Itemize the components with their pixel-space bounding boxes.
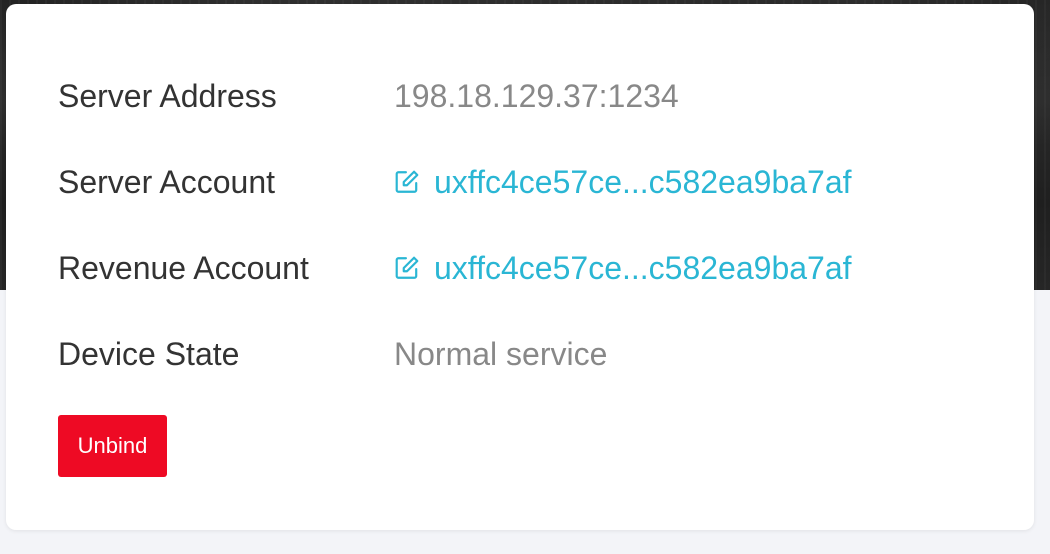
server-account-link[interactable]: uxffc4ce57ce...c582ea9ba7af	[394, 164, 852, 201]
server-address-value: 198.18.129.37:1234	[394, 77, 679, 114]
device-state-label: Device State	[58, 335, 240, 372]
server-account-value[interactable]: uxffc4ce57ce...c582ea9ba7af	[434, 164, 852, 201]
unbind-button[interactable]: Unbind	[58, 415, 167, 477]
edit-icon[interactable]	[394, 169, 420, 195]
revenue-account-label: Revenue Account	[58, 249, 309, 286]
device-state-row: Device State Normal service	[58, 334, 607, 374]
device-info-card: Server Address 198.18.129.37:1234 Server…	[6, 4, 1034, 530]
revenue-account-value[interactable]: uxffc4ce57ce...c582ea9ba7af	[434, 250, 852, 287]
revenue-account-row: Revenue Account uxffc4ce57ce...c582ea9ba…	[58, 248, 852, 288]
server-address-label: Server Address	[58, 77, 277, 114]
server-address-row: Server Address 198.18.129.37:1234	[58, 76, 679, 116]
revenue-account-link[interactable]: uxffc4ce57ce...c582ea9ba7af	[394, 250, 852, 287]
device-state-value: Normal service	[394, 335, 608, 372]
edit-icon[interactable]	[394, 255, 420, 281]
server-account-label: Server Account	[58, 163, 275, 200]
server-account-row: Server Account uxffc4ce57ce...c582ea9ba7…	[58, 162, 852, 202]
